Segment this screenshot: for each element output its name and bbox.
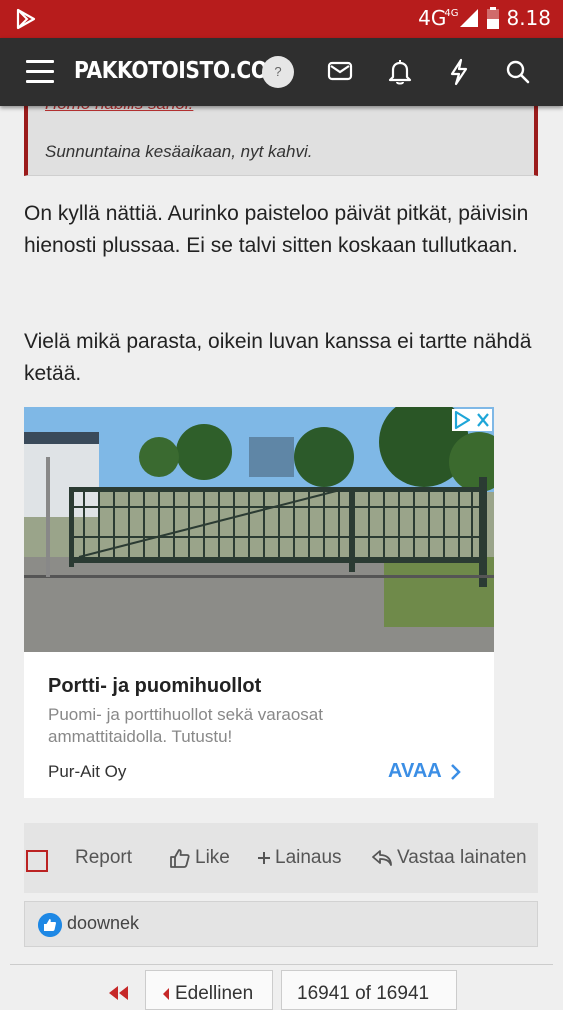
lightning-icon[interactable] (447, 58, 471, 86)
reply-label: Vastaa lainaten (397, 847, 527, 868)
post-paragraph: Vielä mikä parasta, oikein luvan kanssa … (24, 330, 532, 385)
ad-cta-label: AVAA (388, 760, 442, 782)
ad-advertiser: Pur-Ait Oy (48, 762, 127, 781)
post-paragraph: On kyllä nättiä. Aurinko paisteloo päivä… (24, 202, 529, 257)
menu-icon[interactable] (26, 60, 54, 84)
page-jump-button[interactable]: 16941 of 16941 (281, 970, 457, 1010)
select-checkbox[interactable] (26, 850, 48, 872)
bell-icon[interactable] (387, 58, 413, 86)
reaction-user-link[interactable]: doownek (67, 913, 139, 934)
search-icon[interactable] (505, 58, 531, 86)
clock: 8.18 (506, 6, 551, 30)
ad-title[interactable]: Portti- ja puomihuollot (48, 675, 261, 698)
thumbs-up-icon (170, 849, 190, 868)
signature-text: Sunnuntaina kesäaikaan, nyt kahvi. (45, 142, 313, 161)
post-actions-bar: Report Like Lainaus Vastaa lainaten (24, 823, 538, 893)
previous-label: Edellinen (175, 983, 254, 1004)
quote-label: Lainaus (275, 847, 342, 868)
mail-icon[interactable] (327, 58, 353, 84)
site-logo[interactable]: PAKKOTOISTO.COM (74, 58, 288, 84)
status-bar: 4G 4G 8.18 (0, 0, 563, 38)
quote-button[interactable]: Lainaus (257, 847, 342, 869)
ad-card[interactable]: Portti- ja puomihuollot Puomi- ja portti… (24, 407, 494, 798)
plus-icon (258, 852, 270, 864)
reply-icon (372, 850, 392, 866)
play-store-icon (16, 8, 36, 30)
help-button[interactable]: ? (262, 56, 294, 88)
battery-icon (487, 7, 500, 29)
page-info: 16941 of 16941 (297, 983, 430, 1004)
network-label-small: 4G (444, 7, 459, 19)
network-label: 4G (418, 6, 447, 30)
quote-block: Homo habilis sanoi: Sunnuntaina kesäaika… (24, 94, 538, 176)
chevron-right-icon (450, 763, 461, 780)
thread-content: Homo habilis sanoi: Sunnuntaina kesäaika… (0, 94, 563, 1010)
ad-open-button[interactable]: AVAA (388, 760, 462, 783)
previous-page-button[interactable]: Edellinen (145, 970, 273, 1010)
report-label: Report (75, 847, 133, 868)
pagination: Edellinen 16941 of 16941 (0, 970, 563, 1010)
like-label: Like (195, 847, 230, 868)
first-page-icon[interactable] (107, 985, 131, 1001)
report-button[interactable]: Report (75, 847, 132, 869)
adchoices-icon[interactable] (452, 409, 492, 431)
ad-description: Puomi- ja porttihuollot sekä varaosat am… (48, 705, 323, 746)
ad-image[interactable] (24, 407, 494, 652)
like-button[interactable]: Like (169, 847, 230, 869)
reply-with-quote-button[interactable]: Vastaa lainaten (371, 847, 527, 869)
app-header: PAKKOTOISTO.COM ? (0, 38, 563, 106)
reactions-bar: doownek (24, 901, 538, 947)
divider (10, 964, 553, 965)
signal-icon (460, 9, 479, 27)
like-reaction-icon (38, 913, 62, 937)
